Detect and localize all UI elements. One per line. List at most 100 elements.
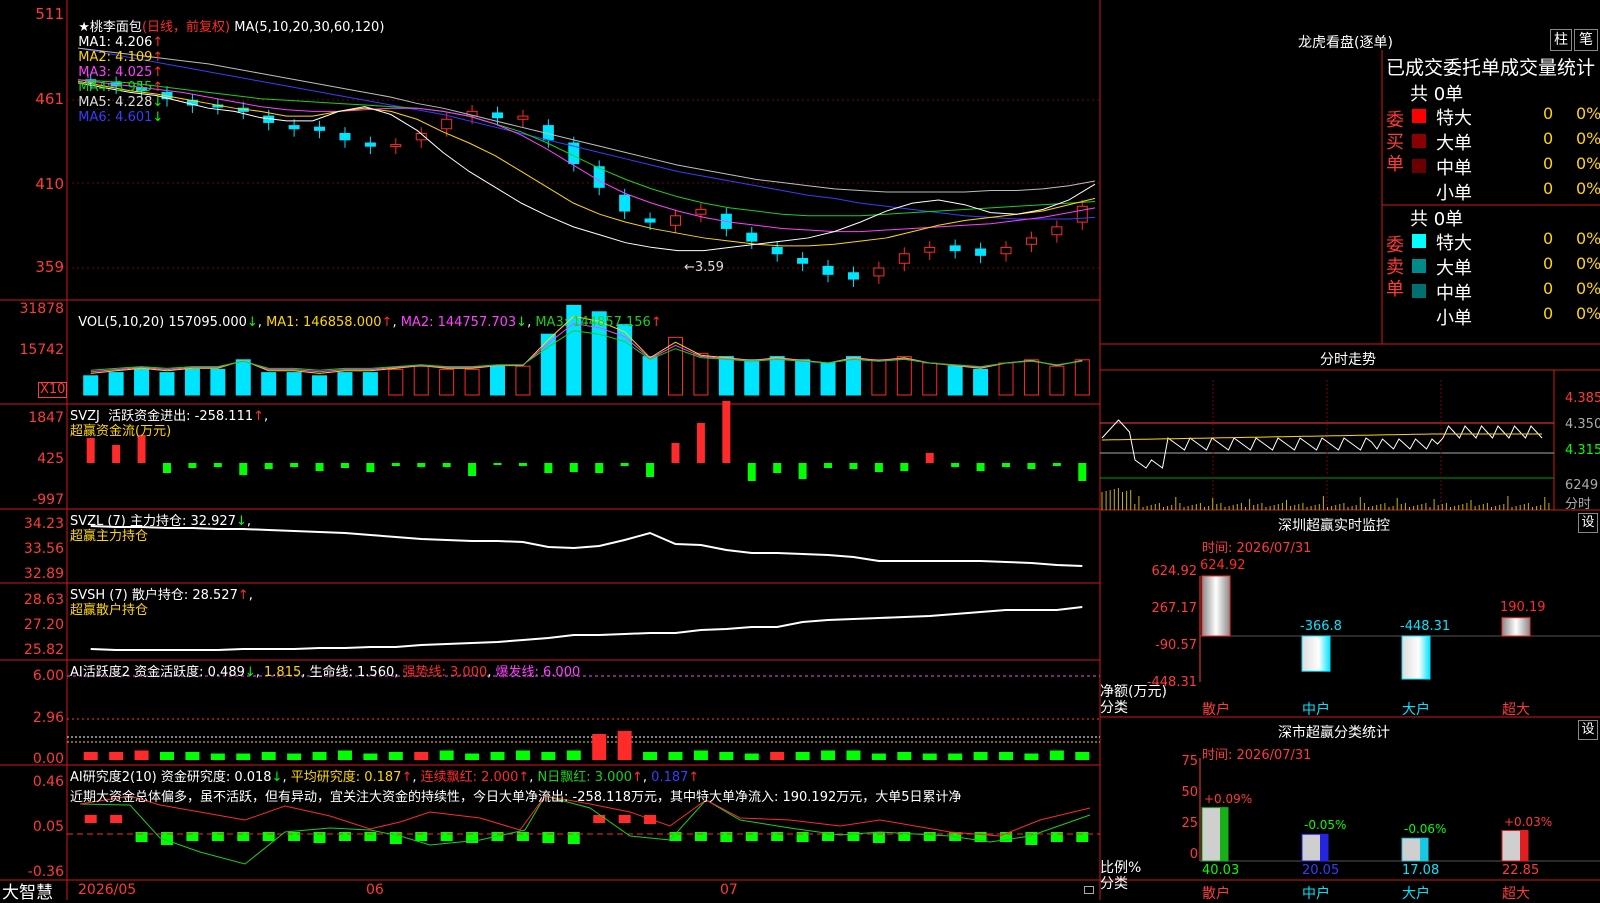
sell-row-value: 0 — [1543, 254, 1554, 273]
sell-row-swatch — [1412, 309, 1426, 323]
period-label[interactable]: (日线，前复权) — [142, 20, 230, 35]
activity-bar — [185, 752, 200, 760]
ma2-label: MA2: 4.109 — [78, 50, 153, 65]
activity-bar — [693, 750, 708, 760]
flow-bar — [112, 445, 121, 463]
favorite-star-icon[interactable]: ★ — [78, 20, 90, 35]
ma1-label: MA1: — [78, 35, 112, 50]
buy-row-name: 大单 — [1436, 133, 1472, 154]
lock-icon[interactable] — [1084, 886, 1094, 894]
stock-chart-canvas[interactable] — [0, 0, 1600, 900]
flow-bar — [1002, 463, 1011, 467]
candle — [771, 246, 783, 255]
svsh-axis: 28.63 27.20 25.82 — [23, 592, 64, 658]
volume-bar — [388, 368, 404, 396]
column-view-button[interactable]: 柱 — [1550, 29, 1572, 51]
volume-bar — [744, 359, 760, 396]
candle — [873, 267, 885, 277]
research-bar — [364, 832, 377, 841]
cls-category: 大户 — [1402, 886, 1430, 902]
volume-bar — [362, 372, 378, 396]
candle — [390, 144, 402, 148]
volume-bar — [718, 356, 734, 396]
activity-bar — [922, 753, 937, 760]
flow-bar — [569, 463, 578, 472]
volume-bar — [184, 368, 200, 396]
flow-bar — [1078, 463, 1087, 481]
volume-bar — [83, 375, 99, 396]
buy-row-value: 0 — [1543, 104, 1554, 123]
sz-bar — [1201, 575, 1231, 637]
flow-bar — [798, 463, 807, 479]
svzl-axis: 34.23 33.56 32.89 — [23, 516, 64, 582]
candle — [1051, 226, 1063, 236]
ma3-arrow: ↑ — [152, 65, 164, 80]
activity-bar — [617, 731, 632, 760]
volume-bar — [820, 362, 836, 396]
candle — [924, 246, 936, 253]
ma1-value: 4.206 — [115, 35, 153, 50]
volume-bar — [769, 356, 785, 396]
activity-bar — [109, 752, 124, 760]
volume-bar — [1074, 359, 1090, 396]
sell-row-name: 小单 — [1436, 308, 1472, 329]
cls-bar-change: +0.03% — [1504, 814, 1553, 829]
flow-bar — [544, 463, 553, 473]
date-tick: 07 — [720, 882, 738, 898]
volume-bar — [210, 368, 226, 396]
ma3-label: MA3: 4.025 — [78, 65, 153, 80]
stock-name: 桃李面包 — [89, 20, 142, 35]
research-bar — [338, 832, 351, 841]
research-bar — [211, 832, 224, 841]
candle — [746, 232, 758, 242]
research-bar — [84, 815, 97, 823]
flow-bar — [976, 463, 985, 471]
activity-bar — [134, 750, 149, 760]
activity-bar — [439, 750, 454, 760]
activity-bar — [948, 753, 963, 760]
app-logo[interactable]: 大智慧 — [2, 878, 53, 903]
activity-bar — [897, 752, 912, 760]
cls-bar-change: -0.05% — [1304, 818, 1347, 833]
volume-bar — [1049, 365, 1065, 396]
sz-time: 时间: 2026/07/31 — [1202, 541, 1312, 556]
sz-bar-label: 624.92 — [1200, 558, 1246, 573]
activity-bar — [83, 752, 98, 760]
flow-bar — [1027, 463, 1036, 469]
activity-bar — [363, 753, 378, 760]
buy-row-swatch — [1412, 184, 1426, 198]
activity-bar — [312, 752, 327, 760]
volume-bar — [108, 372, 124, 396]
buy-row-value: 0 — [1543, 179, 1554, 198]
volume-bar — [286, 372, 302, 396]
sell-row-swatch — [1412, 234, 1426, 248]
flow-bar — [518, 463, 527, 466]
cls-bar-value: 20.05 — [1302, 863, 1340, 878]
cls-settings-button[interactable]: 设 — [1578, 720, 1598, 740]
activity-bar — [846, 750, 861, 760]
cls-category: 超大 — [1502, 886, 1530, 902]
buy-row-percent: 0% — [1576, 179, 1600, 198]
candle — [1076, 205, 1088, 223]
sell-row-percent: 0% — [1576, 304, 1600, 323]
flow-bar — [620, 463, 629, 466]
ma4-arrow: ↑ — [152, 80, 164, 95]
sell-total: 共 0单 — [1410, 209, 1464, 230]
ai1-header: AI活跃度2 资金活跃度: 0.489↓, 1.815, 生命线: 1.560,… — [70, 665, 581, 680]
sz-settings-button[interactable]: 设 — [1578, 513, 1598, 533]
flow-bar — [493, 463, 502, 465]
activity-bar — [668, 752, 683, 760]
intraday-title: 分时走势 — [1320, 352, 1376, 368]
buy-row-percent: 0% — [1576, 154, 1600, 173]
sell-row-percent: 0% — [1576, 229, 1600, 248]
volume-bar — [947, 365, 963, 396]
activity-bar — [592, 734, 607, 760]
flow-bar — [162, 463, 171, 473]
flow-bar — [391, 463, 400, 466]
activity-bar — [236, 753, 251, 760]
tick-view-button[interactable]: 笔 — [1574, 29, 1598, 51]
flow-bar — [137, 435, 146, 463]
cls-bar-value: 22.85 — [1502, 863, 1540, 878]
cls-category: 散户 — [1202, 886, 1230, 902]
ma1-arrow: ↑ — [152, 35, 164, 50]
